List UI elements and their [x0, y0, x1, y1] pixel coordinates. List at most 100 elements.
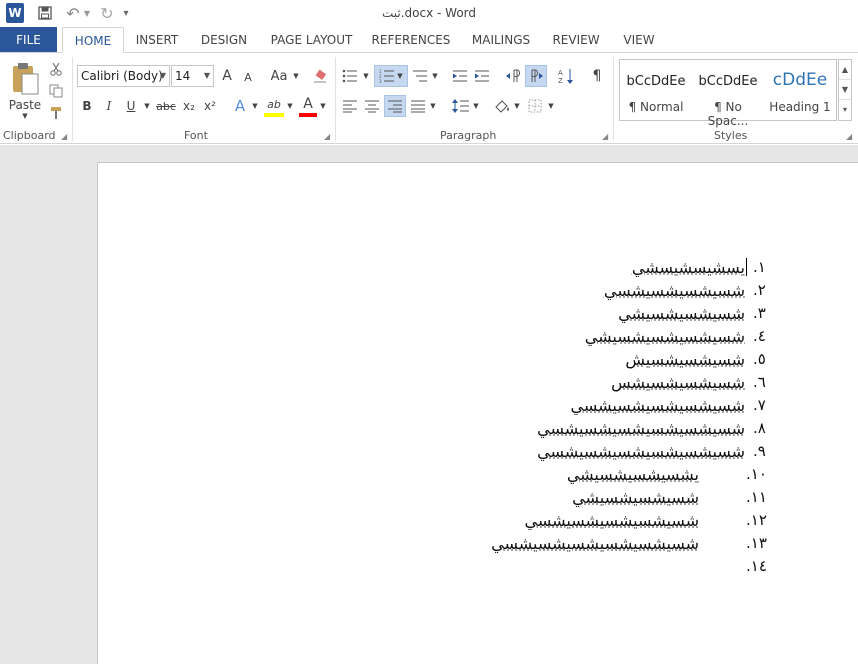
- cut-icon[interactable]: [46, 59, 66, 79]
- superscript-button[interactable]: x²: [201, 95, 219, 117]
- list-number: .١٠: [746, 465, 767, 483]
- underline-dropdown-icon[interactable]: ▼: [142, 95, 152, 117]
- clipboard-launcher-icon[interactable]: ◢: [61, 132, 67, 141]
- list-item-text[interactable]: شسيشسيشسيشسيشسي: [570, 396, 745, 415]
- svg-text:3: 3: [379, 79, 382, 83]
- list-item-text[interactable]: شسيشسيشسيشسيشسي: [524, 511, 699, 530]
- list-item-text[interactable]: يشسيشسيشسيشي: [567, 465, 699, 484]
- line-spacing-icon[interactable]: [450, 95, 472, 117]
- sort-icon[interactable]: AZ: [556, 65, 576, 87]
- list-item-text[interactable]: شسيشسيشسيشي: [572, 488, 699, 507]
- underline-button[interactable]: U: [122, 95, 140, 117]
- strikethrough-button[interactable]: abc: [154, 95, 178, 117]
- list-number: .٩: [753, 442, 766, 460]
- paragraph-launcher-icon[interactable]: ◢: [602, 132, 608, 141]
- borders-dropdown-icon[interactable]: ▼: [547, 95, 555, 117]
- shrink-font-button[interactable]: A: [240, 67, 256, 87]
- list-item-text[interactable]: شسيشسيشسيشسي: [604, 281, 745, 300]
- font-size-value: 14: [175, 69, 191, 83]
- list-number: .١٣: [746, 534, 767, 552]
- tab-review[interactable]: REVIEW: [547, 27, 605, 53]
- chevron-down-icon: ▼: [159, 71, 166, 80]
- style-heading-1[interactable]: cDdEe Heading 1: [764, 60, 836, 120]
- subscript-button[interactable]: x₂: [180, 95, 198, 117]
- tab-page-layout[interactable]: PAGE LAYOUT: [264, 27, 359, 53]
- style-name: ¶ No Spac...: [707, 100, 749, 128]
- list-item-text[interactable]: شسيشسيشسيشسيشسيشسي: [491, 534, 699, 553]
- ltr-direction-icon[interactable]: [503, 65, 523, 87]
- justify-icon[interactable]: [408, 95, 428, 117]
- font-name-combo[interactable]: Calibri (Body) ▼: [77, 65, 170, 87]
- align-center-icon[interactable]: [362, 95, 382, 117]
- font-color-dropdown-icon[interactable]: ▼: [319, 95, 327, 117]
- styles-group-label: Styles: [714, 129, 748, 142]
- highlight-dropdown-icon[interactable]: ▼: [286, 95, 294, 117]
- font-group-label: Font: [184, 129, 208, 142]
- styles-gallery: bCcDdEe ¶ Normal bCcDdEe ¶ No Spac... cD…: [619, 59, 837, 128]
- show-formatting-icon[interactable]: ¶: [587, 65, 607, 87]
- document-page[interactable]: .١ يسشيسشيسشي .٢ شسيشسيشسيشسي .٣ شسيشسيش…: [97, 162, 858, 664]
- shading-icon[interactable]: [491, 95, 513, 117]
- rtl-direction-icon[interactable]: [525, 65, 547, 87]
- style-normal[interactable]: bCcDdEe ¶ Normal: [620, 60, 692, 120]
- list-item-text[interactable]: شسيشسيشسيشي: [618, 304, 745, 323]
- separator: [613, 57, 614, 141]
- bullets-dropdown-icon[interactable]: ▼: [362, 65, 370, 87]
- grow-font-button[interactable]: A: [218, 65, 236, 87]
- list-item-text[interactable]: شسيشسيشسيش: [625, 350, 745, 369]
- tab-view[interactable]: VIEW: [615, 27, 663, 53]
- highlight-button[interactable]: ab: [264, 95, 284, 117]
- list-item-text[interactable]: يسشيسشيسشي: [632, 258, 745, 277]
- align-right-icon[interactable]: [384, 95, 406, 117]
- ribbon-tabs: FILE HOME INSERT DESIGN PAGE LAYOUT REFE…: [0, 27, 858, 53]
- styles-more-icon[interactable]: ▾: [839, 100, 851, 120]
- list-number: .١٤: [746, 557, 767, 575]
- styles-scroll-up-icon[interactable]: ▲: [839, 60, 851, 80]
- style-sample: bCcDdEe: [698, 74, 758, 89]
- decrease-indent-icon[interactable]: [450, 65, 470, 87]
- italic-button[interactable]: I: [100, 95, 118, 117]
- style-no-spacing[interactable]: bCcDdEe ¶ No Spac...: [692, 60, 764, 128]
- justify-dropdown-icon[interactable]: ▼: [429, 95, 437, 117]
- change-case-button[interactable]: Aa: [266, 65, 292, 87]
- window-title: ثبت.docx - Word: [381, 6, 477, 20]
- tab-insert[interactable]: INSERT: [129, 27, 185, 53]
- format-painter-icon[interactable]: [46, 103, 66, 123]
- paste-icon[interactable]: [6, 59, 44, 99]
- shading-dropdown-icon[interactable]: ▼: [513, 95, 521, 117]
- font-color-button[interactable]: A: [299, 95, 317, 117]
- tab-home[interactable]: HOME: [62, 27, 124, 53]
- tab-references[interactable]: REFERENCES: [368, 27, 454, 53]
- increase-indent-icon[interactable]: [472, 65, 492, 87]
- document-workspace: .١ يسشيسشيسشي .٢ شسيشسيشسيشسي .٣ شسيشسيش…: [0, 145, 858, 664]
- borders-icon[interactable]: [525, 95, 545, 117]
- copy-icon[interactable]: [46, 81, 66, 101]
- paste-dropdown-icon[interactable]: ▼: [6, 111, 44, 121]
- list-item-text[interactable]: شسيشسيشسيشسيشي: [585, 327, 745, 346]
- styles-scroll: ▲ ▼ ▾: [838, 59, 852, 121]
- font-launcher-icon[interactable]: ◢: [324, 132, 330, 141]
- text-effects-dropdown-icon[interactable]: ▼: [251, 95, 259, 117]
- svg-text:Z: Z: [558, 77, 563, 84]
- numbering-button[interactable]: 123 ▼: [374, 65, 408, 87]
- list-item-text[interactable]: شسيشسيشسيشس: [611, 373, 745, 392]
- tab-design[interactable]: DESIGN: [195, 27, 253, 53]
- multilevel-dropdown-icon[interactable]: ▼: [431, 65, 439, 87]
- change-case-dropdown-icon[interactable]: ▼: [292, 65, 300, 87]
- styles-launcher-icon[interactable]: ◢: [846, 132, 852, 141]
- clear-formatting-icon[interactable]: [310, 65, 330, 87]
- tab-file[interactable]: FILE: [0, 27, 57, 53]
- text-effects-button[interactable]: A: [230, 95, 250, 117]
- styles-scroll-down-icon[interactable]: ▼: [839, 80, 851, 100]
- bullets-icon[interactable]: [340, 65, 360, 87]
- tab-mailings[interactable]: MAILINGS: [464, 27, 538, 53]
- font-size-combo[interactable]: 14 ▼: [171, 65, 214, 87]
- line-spacing-dropdown-icon[interactable]: ▼: [472, 95, 480, 117]
- list-number: .١: [753, 258, 766, 276]
- list-item-text[interactable]: شسيشسيشسيشسيشسيشسي: [537, 442, 745, 461]
- multilevel-list-icon[interactable]: [410, 65, 430, 87]
- align-left-icon[interactable]: [340, 95, 360, 117]
- bold-button[interactable]: B: [78, 95, 96, 117]
- list-item-text[interactable]: شسيشسيشسيشسيشسيشسي: [537, 419, 745, 438]
- separator: [335, 57, 336, 141]
